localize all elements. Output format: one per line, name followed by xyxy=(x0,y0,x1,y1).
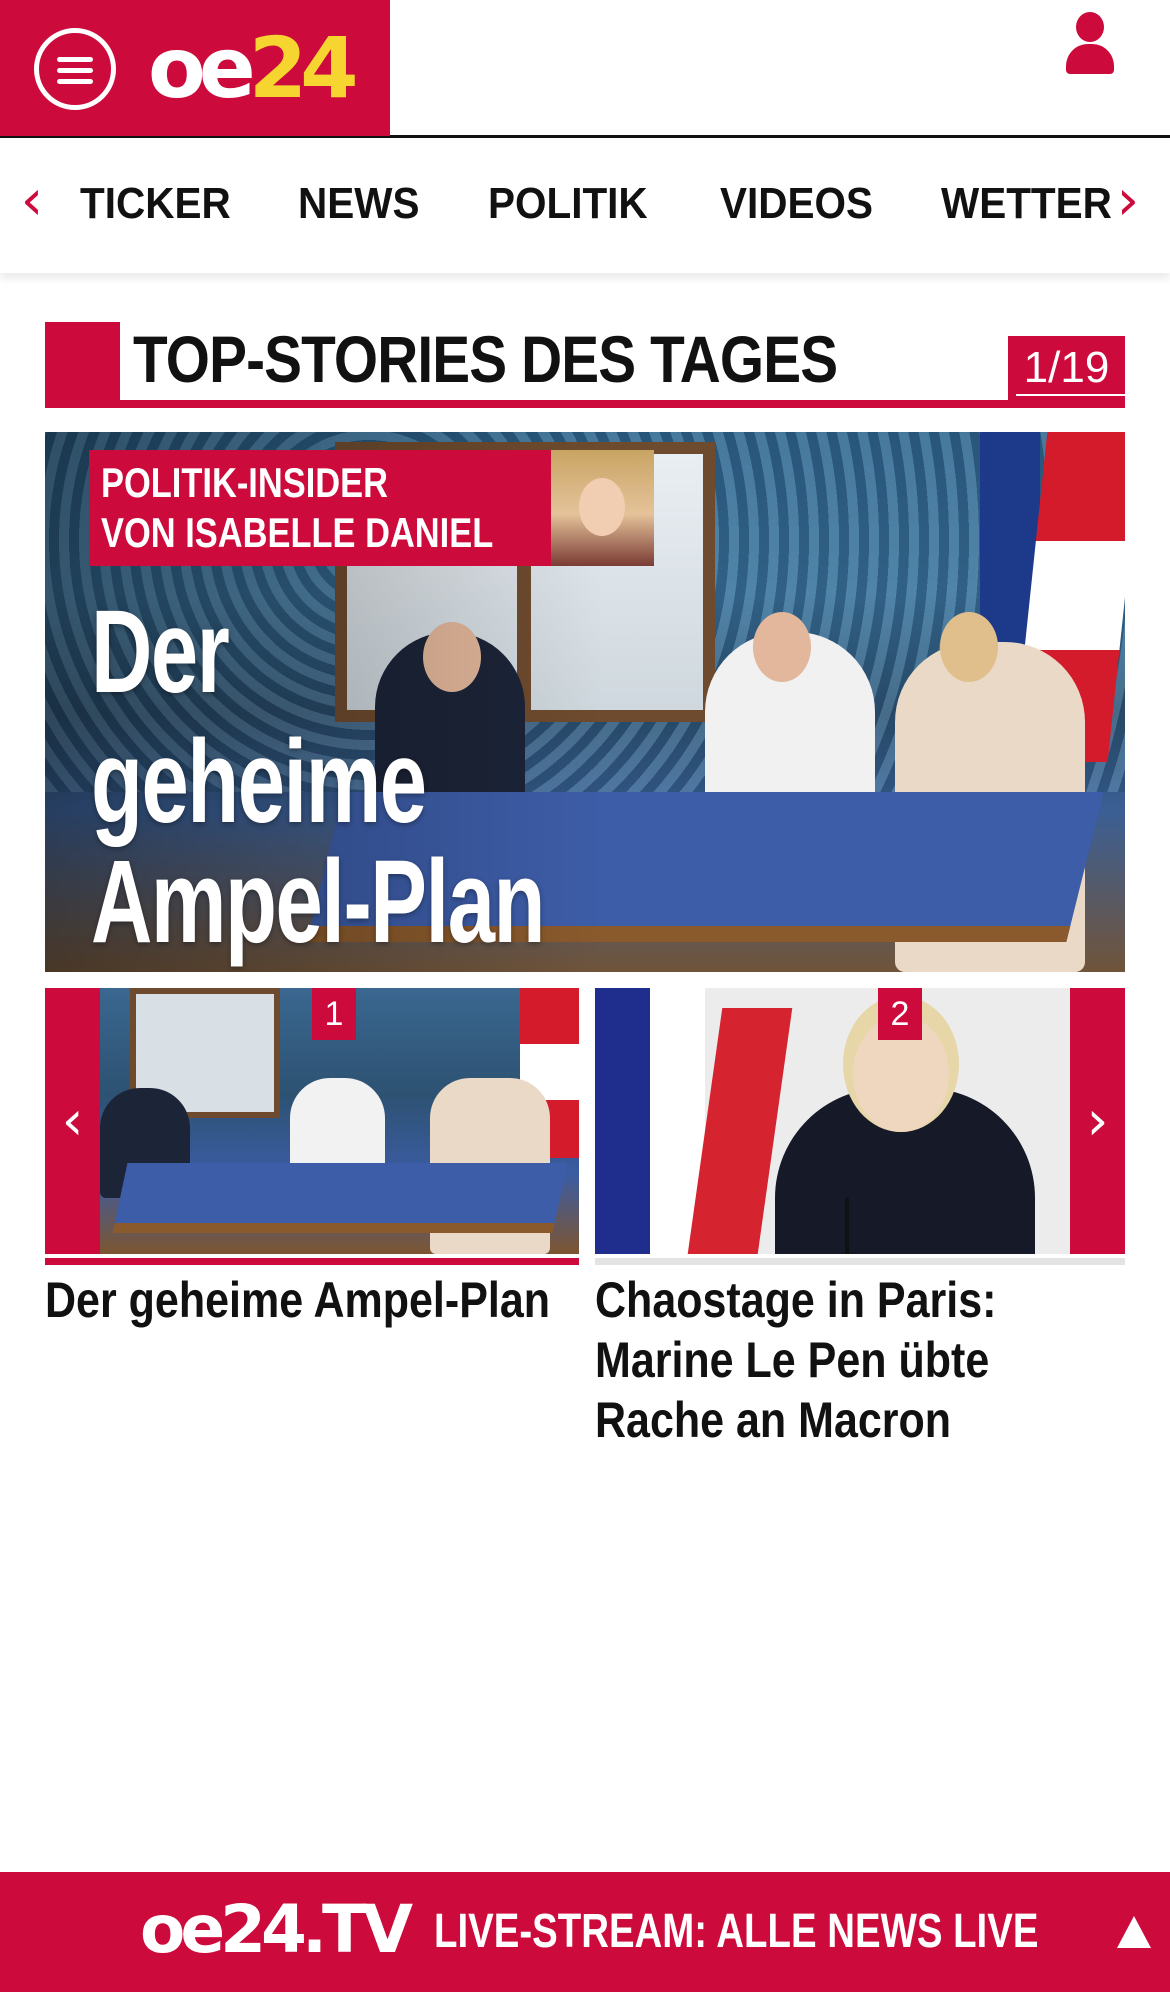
user-icon[interactable] xyxy=(1062,12,1118,74)
thumb-microphone xyxy=(845,1198,849,1254)
hero-title-line-3: Ampel-Plan xyxy=(91,836,545,968)
story-thumbnail-1[interactable]: 1 xyxy=(100,988,579,1254)
logo-oe: oe xyxy=(148,19,256,117)
active-story-indicator xyxy=(45,1258,579,1265)
hero-story[interactable]: POLITIK-INSIDER VON ISABELLE DANIEL Der … xyxy=(45,432,1125,972)
livestream-bar[interactable]: oe24.TV LIVE-STREAM: ALLE NEWS LIVE xyxy=(0,1872,1170,1992)
thumb-table xyxy=(112,1163,568,1233)
insider-badge: POLITIK-INSIDER VON ISABELLE DANIEL xyxy=(89,450,654,566)
category-nav: ‹ TICKER NEWS POLITIK VIDEOS WETTER › xyxy=(0,139,1170,273)
section-divider xyxy=(45,400,1125,408)
oe24-logo[interactable]: oe 24 xyxy=(148,19,359,117)
badge-line-1: POLITIK-INSIDER xyxy=(101,459,389,506)
author-photo xyxy=(551,450,654,566)
logo-24: 24 xyxy=(248,19,359,117)
hero-person-head xyxy=(940,612,998,682)
nav-item-videos[interactable]: VIDEOS xyxy=(720,179,873,229)
hero-title-line-2: geheime xyxy=(91,716,427,848)
arrow-up-icon[interactable] xyxy=(1117,1916,1151,1948)
nav-item-politik[interactable]: POLITIK xyxy=(488,179,648,229)
livestream-text: LIVE-STREAM: ALLE NEWS LIVE xyxy=(434,1905,1039,1958)
thumb-flag-blue xyxy=(595,988,650,1254)
nav-item-news[interactable]: NEWS xyxy=(298,179,419,229)
story-number-badge: 1 xyxy=(312,988,356,1040)
section-header: TOP-STORIES DES TAGES 1/19 xyxy=(45,322,1125,408)
oe24tv-logo: oe24.TV xyxy=(140,1891,413,1968)
hamburger-menu-icon[interactable] xyxy=(34,28,116,110)
brand-block: oe 24 xyxy=(0,0,390,136)
chevron-left-icon[interactable]: ‹ xyxy=(14,173,50,233)
slide-counter: 1/19 xyxy=(1008,336,1125,400)
inactive-story-indicator xyxy=(595,1258,1125,1265)
badge-line-2: VON ISABELLE DANIEL xyxy=(101,509,494,556)
story-number-badge: 2 xyxy=(878,988,922,1040)
story-title-1[interactable]: Der geheime Ampel-Plan xyxy=(45,1270,578,1330)
nav-item-wetter[interactable]: WETTER xyxy=(941,179,1112,229)
story-thumbnail-2[interactable]: 2 xyxy=(595,988,1070,1254)
hero-person-head xyxy=(753,612,811,682)
section-marker xyxy=(45,322,120,408)
hero-title-line-1: Der xyxy=(91,586,230,718)
carousel-next-button[interactable]: › xyxy=(1070,988,1125,1254)
chevron-right-icon[interactable]: › xyxy=(1110,173,1146,233)
site-header: oe 24 xyxy=(0,0,1170,138)
story-title-2[interactable]: Chaostage in Paris: Marine Le Pen übte R… xyxy=(595,1270,1128,1450)
section-title: TOP-STORIES DES TAGES xyxy=(133,322,838,396)
nav-item-ticker[interactable]: TICKER xyxy=(80,179,231,229)
carousel-prev-button[interactable]: ‹ xyxy=(45,988,100,1254)
